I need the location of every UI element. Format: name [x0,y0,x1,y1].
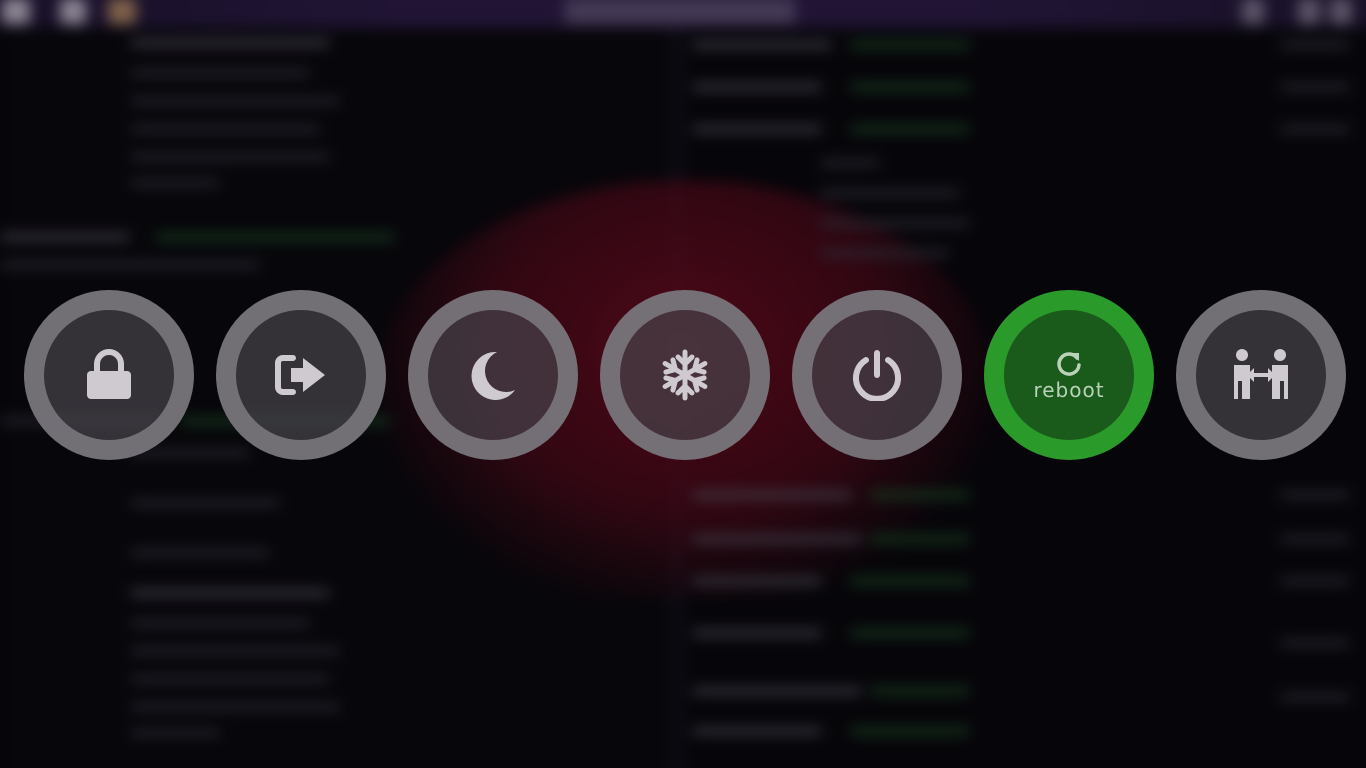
hibernate-button[interactable] [600,290,770,460]
shutdown-button[interactable] [792,290,962,460]
screen: reboot [0,0,1366,768]
reboot-button[interactable]: reboot [984,290,1154,460]
refresh-icon [1055,349,1083,377]
logout-button[interactable] [216,290,386,460]
power-icon [851,349,903,401]
switch-user-button[interactable] [1176,290,1346,460]
snowflake-icon [660,349,710,401]
moon-icon [469,350,517,400]
switch-user-icon [1232,349,1290,401]
lock-button[interactable] [24,290,194,460]
suspend-button[interactable] [408,290,578,460]
power-menu: reboot [0,0,1366,768]
lock-icon [85,349,133,401]
reboot-label: reboot [1033,377,1105,402]
logout-icon [275,354,327,396]
